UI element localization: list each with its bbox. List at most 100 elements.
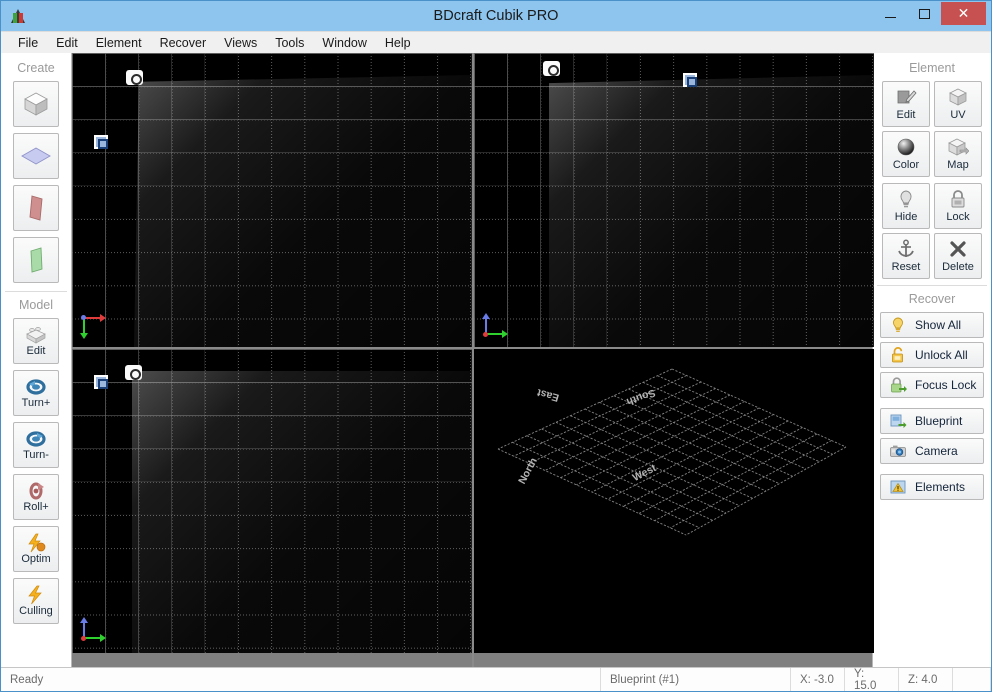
blueprint-plane — [132, 371, 472, 653]
blueprint-marker-icon[interactable] — [94, 135, 108, 149]
camera-icon[interactable] — [126, 70, 143, 85]
status-y: Y: 15.0 — [845, 668, 899, 691]
create-cube-button[interactable] — [13, 81, 59, 127]
culling-lightning-icon — [25, 585, 47, 605]
model-roll-plus-label: Roll+ — [23, 502, 48, 513]
create-plane-horizontal-button[interactable] — [13, 133, 59, 179]
element-map-button[interactable]: Map — [934, 131, 982, 177]
map-cube-icon — [947, 137, 969, 157]
model-culling-label: Culling — [19, 606, 53, 617]
left-toolbar: Create — [1, 53, 72, 667]
blueprint-marker-icon[interactable] — [94, 375, 108, 389]
window-title: BDcraft Cubik PRO — [1, 8, 991, 24]
create-plane-green-button[interactable] — [13, 237, 59, 283]
edit-pencil-icon — [895, 87, 917, 107]
recover-blueprint-button[interactable]: Blueprint — [880, 408, 984, 434]
menu-tools[interactable]: Tools — [266, 33, 313, 53]
model-turn-minus-button[interactable]: Turn- — [13, 422, 59, 468]
model-optim-label: Optim — [21, 554, 50, 565]
recover-camera-button[interactable]: Camera — [880, 438, 984, 464]
title-bar: BDcraft Cubik PRO ✕ — [1, 1, 991, 31]
viewport-bottom-left[interactable] — [72, 349, 472, 653]
optimize-lightning-icon — [25, 533, 47, 553]
uv-cube-icon — [947, 87, 969, 107]
status-x: X: -3.0 — [791, 668, 845, 691]
elements-warning-icon — [889, 478, 907, 496]
application-window: BDcraft Cubik PRO ✕ File Edit Element Re… — [0, 0, 992, 692]
recover-focus-lock-label: Focus Lock — [915, 378, 976, 392]
recover-show-all-label: Show All — [915, 318, 961, 332]
element-uv-button[interactable]: UV — [934, 81, 982, 127]
menu-window[interactable]: Window — [313, 33, 375, 53]
axis-x-arrow — [100, 314, 106, 322]
status-spacer — [953, 668, 991, 691]
maximize-button[interactable] — [907, 2, 941, 25]
menu-bar: File Edit Element Recover Views Tools Wi… — [1, 31, 991, 53]
element-button-group-1: Edit UV — [873, 81, 991, 177]
minimize-button[interactable] — [873, 2, 907, 25]
element-hide-button[interactable]: Hide — [882, 183, 930, 229]
status-z: Z: 4.0 — [899, 668, 953, 691]
axis-gizmo-top-left — [80, 313, 106, 339]
model-turn-minus-label: Turn- — [23, 450, 49, 461]
menu-help[interactable]: Help — [376, 33, 420, 53]
create-plane-red-button[interactable] — [13, 185, 59, 231]
menu-file[interactable]: File — [9, 33, 47, 53]
axis-x-arrow — [502, 330, 508, 338]
app-logo-icon — [10, 8, 26, 24]
horizontal-splitter[interactable] — [72, 347, 872, 349]
element-edit-label: Edit — [897, 109, 916, 121]
axis-x-line — [84, 317, 101, 319]
element-reset-button[interactable]: Reset — [882, 233, 930, 279]
close-button[interactable]: ✕ — [941, 2, 986, 25]
cube-icon — [21, 89, 51, 119]
element-lock-label: Lock — [946, 211, 969, 223]
element-uv-label: UV — [950, 109, 965, 121]
camera-icon[interactable] — [125, 365, 142, 380]
viewport-top-left[interactable] — [72, 53, 472, 347]
recover-blueprint-label: Blueprint — [915, 414, 962, 428]
plane-red-icon — [24, 193, 48, 223]
menu-edit[interactable]: Edit — [47, 33, 87, 53]
viewport-area: East South North West — [72, 53, 872, 667]
vertical-splitter[interactable] — [472, 53, 474, 667]
recover-elements-button[interactable]: Elements — [880, 474, 984, 500]
recover-show-all-button[interactable]: Show All — [880, 312, 984, 338]
camera-icon[interactable] — [543, 61, 560, 76]
viewport-top-right[interactable] — [474, 53, 874, 347]
element-delete-button[interactable]: Delete — [934, 233, 982, 279]
model-culling-button[interactable]: Culling — [13, 578, 59, 624]
blueprint-plane — [134, 75, 472, 347]
turn-plus-icon — [25, 377, 47, 397]
section-divider — [5, 291, 67, 292]
recover-unlock-all-button[interactable]: Unlock All — [880, 342, 984, 368]
recover-unlock-all-label: Unlock All — [915, 348, 968, 362]
element-hide-label: Hide — [895, 211, 918, 223]
axis-origin-dot — [81, 315, 86, 320]
recover-focus-lock-button[interactable]: Focus Lock — [880, 372, 984, 398]
element-lock-button[interactable]: Lock — [934, 183, 982, 229]
blueprint-plane — [549, 75, 874, 347]
delete-cross-icon — [947, 239, 969, 259]
menu-views[interactable]: Views — [215, 33, 266, 53]
menu-recover[interactable]: Recover — [151, 33, 216, 53]
color-sphere-icon — [895, 137, 917, 157]
viewport-perspective[interactable]: East South North West — [474, 349, 874, 653]
model-roll-plus-button[interactable]: Roll+ — [13, 474, 59, 520]
menu-element[interactable]: Element — [87, 33, 151, 53]
axis-y-arrow — [80, 333, 88, 339]
axis-z-arrow — [482, 313, 490, 319]
axis-gizmo-bottom-left — [80, 617, 106, 643]
element-reset-label: Reset — [892, 261, 921, 273]
lock-icon — [947, 189, 969, 209]
model-section-title: Model — [1, 296, 71, 318]
model-edit-button[interactable]: Edit — [13, 318, 59, 364]
model-optim-button[interactable]: Optim — [13, 526, 59, 572]
blueprint-marker-icon[interactable] — [683, 73, 697, 87]
unlock-icon — [889, 346, 907, 364]
element-color-button[interactable]: Color — [882, 131, 930, 177]
recover-section-title: Recover — [873, 290, 991, 312]
model-turn-plus-button[interactable]: Turn+ — [13, 370, 59, 416]
anchor-icon — [895, 239, 917, 259]
element-edit-button[interactable]: Edit — [882, 81, 930, 127]
